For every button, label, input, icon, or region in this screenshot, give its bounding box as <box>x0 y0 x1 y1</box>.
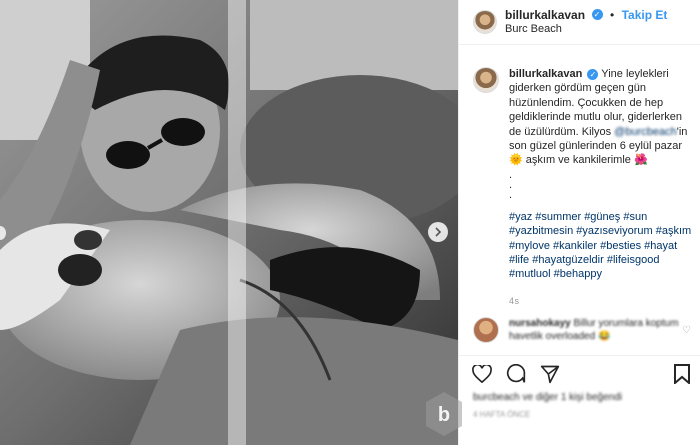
location-link[interactable]: Burc Beach <box>505 22 667 36</box>
share-icon <box>540 365 560 383</box>
caption-dots: . . . <box>509 168 513 201</box>
caption-avatar[interactable] <box>473 67 499 93</box>
comment-button[interactable] <box>505 363 527 385</box>
caption-hashtags[interactable]: #yaz #summer #güneş #sun #yazbitmesin #y… <box>509 210 695 282</box>
likes-text[interactable]: burcbeach ve diğer 1 kişi beğendi <box>473 392 622 403</box>
watermark-logo-icon: b <box>426 392 462 436</box>
save-button[interactable] <box>671 363 693 385</box>
comment-emoji: 😂 <box>597 331 611 342</box>
comment-icon <box>506 363 526 383</box>
chevron-right-icon <box>435 227 442 237</box>
post-photo[interactable] <box>0 0 458 445</box>
heart-icon <box>472 364 492 383</box>
comment-avatar[interactable] <box>473 317 499 343</box>
caption-time: 4s <box>509 295 520 306</box>
comment-username[interactable]: nursahokayy <box>509 318 571 329</box>
follow-button[interactable]: Takip Et <box>622 8 668 22</box>
post-date: 4 HAFTA ÖNCE <box>473 410 531 419</box>
photo-image <box>0 0 458 445</box>
caption-text-3: aşkım ve kankilerimle <box>525 154 631 167</box>
flower-emoji: 🌺 <box>633 154 648 167</box>
caption: billurkalkavan ✓ Yine leylekleri giderke… <box>473 67 695 308</box>
like-button[interactable] <box>471 363 493 385</box>
separator-dot: • <box>609 8 615 22</box>
verified-badge-icon: ✓ <box>591 9 603 21</box>
action-bar <box>459 355 700 391</box>
svg-text:b: b <box>438 404 450 426</box>
verified-badge-icon: ✓ <box>587 68 599 80</box>
post-header: billurkalkavan ✓ • Takip Et Burc Beach <box>459 0 700 45</box>
header-username[interactable]: billurkalkavan <box>505 8 585 22</box>
next-button[interactable] <box>428 222 448 242</box>
sun-emoji: 🌞 <box>509 154 523 167</box>
comment-item: nursahokayy Billur yorumlara koptum have… <box>473 317 695 343</box>
share-button[interactable] <box>539 363 561 385</box>
post-side-panel: billurkalkavan ✓ • Takip Et Burc Beach b… <box>458 0 700 445</box>
caption-username[interactable]: billurkalkavan <box>509 68 582 80</box>
caption-mention[interactable]: @burcbeach <box>614 126 677 138</box>
comment-like-icon[interactable]: ♡ <box>682 325 691 336</box>
bookmark-icon <box>674 363 690 384</box>
avatar[interactable] <box>473 10 497 34</box>
